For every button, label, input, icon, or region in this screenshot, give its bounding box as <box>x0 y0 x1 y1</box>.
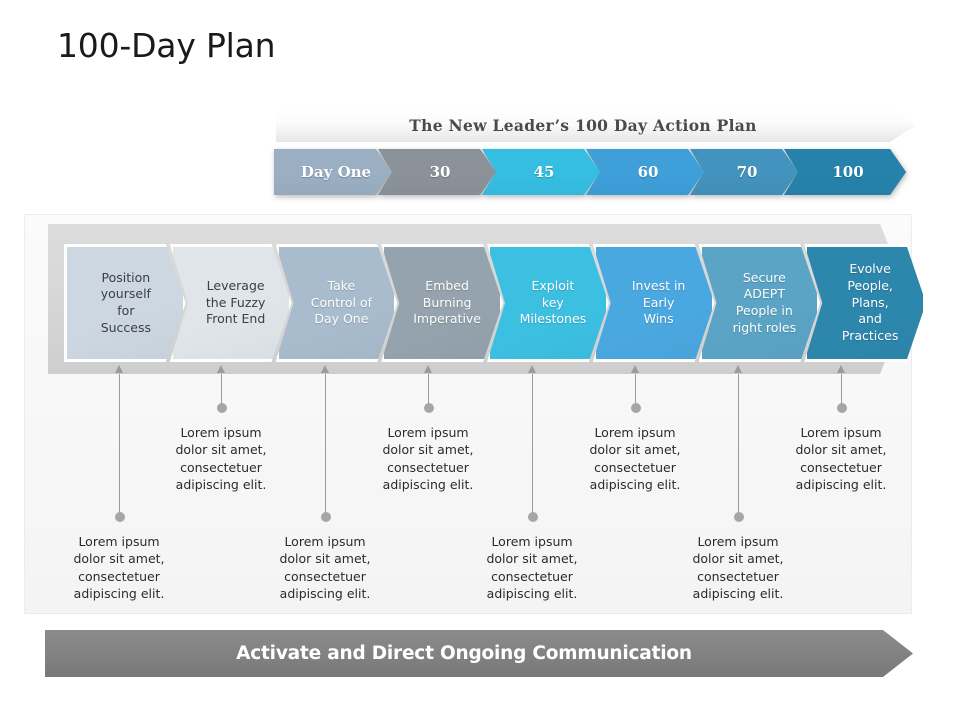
stage-chevron-embed[interactable]: Embed Burning Imperative <box>381 244 503 362</box>
header-banner-label: The New Leader’s 100 Day Action Plan <box>409 115 757 135</box>
day-chevron-45[interactable]: 45 <box>482 149 600 195</box>
day-chevron-label: 70 <box>736 163 758 181</box>
stage-chevron-label: Evolve People, Plans, and Practices <box>841 261 899 343</box>
stage-chevron-label: Embed Burning Imperative <box>413 278 481 327</box>
stage-chevron-invest-in[interactable]: Invest in Early Wins <box>593 244 715 362</box>
day-chevron-day-one[interactable]: Day One <box>274 149 392 195</box>
stage-chevron-label: Secure ADEPT People in right roles <box>732 269 797 335</box>
stage-chevron-row: Position yourself for Success Leverage th… <box>64 244 910 362</box>
stage-chevron-label: Invest in Early Wins <box>631 278 686 327</box>
day-chevron-60[interactable]: 60 <box>586 149 704 195</box>
stage-chevron-label: Position yourself for Success <box>100 269 152 335</box>
day-chevron-label: 100 <box>832 163 864 181</box>
day-chevron-100[interactable]: 100 <box>784 149 906 195</box>
stage-chevron-body: Evolve People, Plans, and Practices <box>804 244 926 362</box>
day-milestone-chevron-bar: Day One 30 45 60 70 100 <box>274 149 908 195</box>
stage-chevron-evolve[interactable]: Evolve People, Plans, and Practices <box>804 244 926 362</box>
day-chevron-label: 30 <box>429 163 451 181</box>
stage-chevron-body: Secure ADEPT People in right roles <box>699 244 821 362</box>
day-chevron-70[interactable]: 70 <box>690 149 798 195</box>
page-title: 100-Day Plan <box>57 26 276 65</box>
stage-chevron-body: Take Control of Day One <box>276 244 398 362</box>
stage-chevron-label: Leverage the Fuzzy Front End <box>205 278 266 327</box>
day-chevron-label: Day One <box>300 163 372 181</box>
header-arrow-banner: The New Leader’s 100 Day Action Plan <box>276 108 916 142</box>
stage-chevron-take[interactable]: Take Control of Day One <box>276 244 398 362</box>
stage-chevron-label: Exploit key Milestones <box>519 278 587 327</box>
stage-chevron-leverage[interactable]: Leverage the Fuzzy Front End <box>170 244 292 362</box>
day-chevron-label: 60 <box>637 163 659 181</box>
stage-chevron-body: Invest in Early Wins <box>593 244 715 362</box>
footer-arrow-banner: Activate and Direct Ongoing Communicatio… <box>45 630 913 677</box>
stage-chevron-exploit[interactable]: Exploit key Milestones <box>487 244 609 362</box>
stage-chevron-label: Take Control of Day One <box>310 278 372 327</box>
stage-chevron-position[interactable]: Position yourself for Success <box>64 244 186 362</box>
stage-chevron-body: Position yourself for Success <box>64 244 186 362</box>
stage-chevron-secure[interactable]: Secure ADEPT People in right roles <box>699 244 821 362</box>
stage-chevron-body: Exploit key Milestones <box>487 244 609 362</box>
footer-banner-label: Activate and Direct Ongoing Communicatio… <box>236 643 692 664</box>
day-chevron-label: 45 <box>533 163 555 181</box>
stage-chevron-body: Embed Burning Imperative <box>381 244 503 362</box>
day-chevron-30[interactable]: 30 <box>378 149 496 195</box>
stage-chevron-body: Leverage the Fuzzy Front End <box>170 244 292 362</box>
